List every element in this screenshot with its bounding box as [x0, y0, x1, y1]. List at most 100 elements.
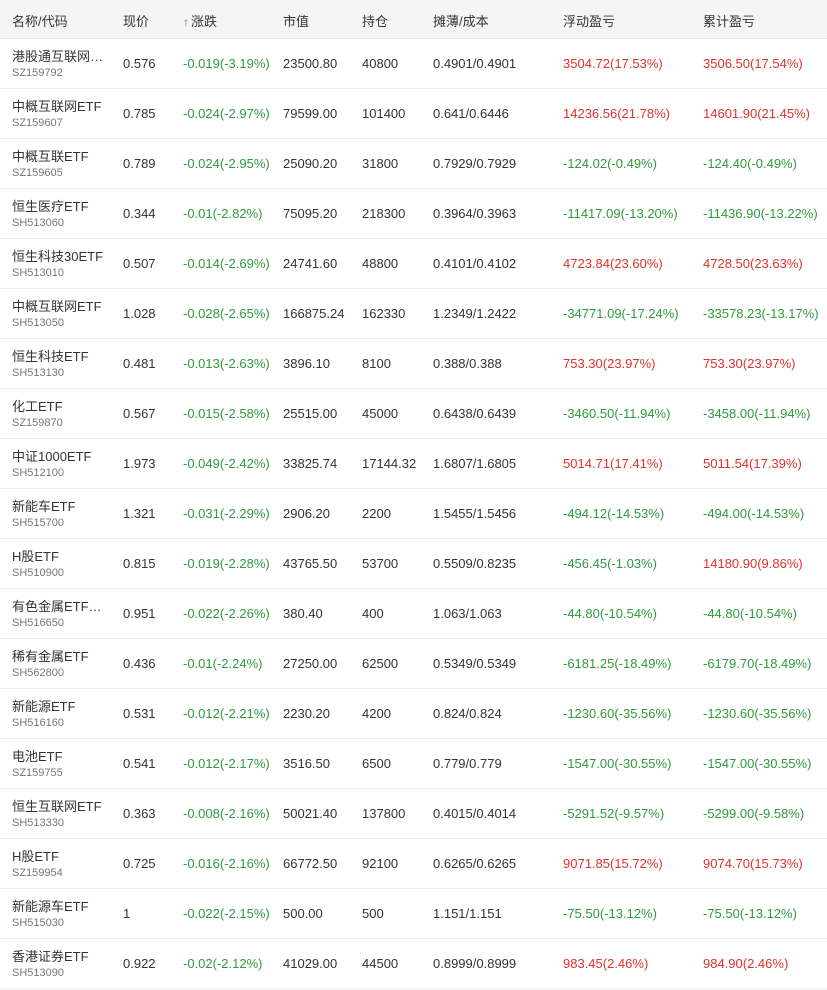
cost-cell: 0.388/0.388	[433, 356, 502, 371]
fund-name[interactable]: 新能源ETF	[12, 696, 108, 715]
table-row[interactable]: 中概互联网ETF SH513050 1.028 -0.028(-2.65%) 1…	[0, 289, 827, 339]
total-pl-cell: -6179.70(-18.49%)	[703, 656, 812, 671]
fund-name[interactable]: 香港证券ETF	[12, 946, 108, 965]
total-pl-cell: -11436.90(-13.22%)	[703, 206, 818, 221]
fund-name[interactable]: 电池ETF	[12, 746, 108, 765]
header-price[interactable]: 现价	[123, 11, 149, 30]
table-row[interactable]: 中概互联网ETF SZ159607 0.785 -0.024(-2.97%) 7…	[0, 89, 827, 139]
table-row[interactable]: 化工ETF SZ159870 0.567 -0.015(-2.58%) 2551…	[0, 389, 827, 439]
header-position[interactable]: 持仓	[362, 11, 388, 30]
fund-code: SZ159605	[12, 167, 63, 179]
change-cell: -0.022(-2.15%)	[183, 906, 270, 921]
total-pl-cell: -124.40(-0.49%)	[703, 156, 797, 171]
market-value-cell: 166875.24	[283, 306, 345, 321]
market-value-cell: 2906.20	[283, 506, 330, 521]
market-value-cell: 500.00	[283, 906, 323, 921]
table-row[interactable]: 中概互联ETF SZ159605 0.789 -0.024(-2.95%) 25…	[0, 139, 827, 189]
fund-name[interactable]: 恒生科技ETF	[12, 346, 108, 365]
table-row[interactable]: H股ETF SZ159954 0.725 -0.016(-2.16%) 6677…	[0, 839, 827, 889]
fund-name[interactable]: 有色金属ETF…	[12, 596, 108, 615]
fund-name[interactable]: 中概互联网ETF	[12, 96, 108, 115]
float-pl-cell: -5291.52(-9.57%)	[563, 806, 665, 821]
fund-name[interactable]: 恒生科技30ETF	[12, 246, 108, 265]
fund-code: SH515700	[12, 517, 64, 529]
change-cell: -0.019(-3.19%)	[183, 56, 270, 71]
fund-code: SH515030	[12, 917, 64, 929]
fund-code: SH513060	[12, 217, 64, 229]
table-row[interactable]: 新能源车ETF SH515030 1 -0.022(-2.15%) 500.00…	[0, 889, 827, 939]
fund-name[interactable]: H股ETF	[12, 546, 108, 565]
table-row[interactable]: 有色金属ETF… SH516650 0.951 -0.022(-2.26%) 3…	[0, 589, 827, 639]
header-float-pl[interactable]: 浮动盈亏	[563, 11, 615, 30]
fund-name[interactable]: 恒生互联网ETF	[12, 796, 108, 815]
table-row[interactable]: 电池ETF SZ159755 0.541 -0.012(-2.17%) 3516…	[0, 739, 827, 789]
position-cell: 62500	[362, 656, 399, 671]
float-pl-cell: 5014.71(17.41%)	[563, 456, 663, 471]
table-row[interactable]: 恒生科技ETF SH513130 0.481 -0.013(-2.63%) 38…	[0, 339, 827, 389]
cost-cell: 0.4015/0.4014	[433, 806, 517, 821]
position-cell: 137800	[362, 806, 406, 821]
position-cell: 17144.32	[362, 456, 417, 471]
cost-cell: 0.6438/0.6439	[433, 406, 517, 421]
position-cell: 40800	[362, 56, 399, 71]
fund-code: SZ159792	[12, 67, 63, 79]
table-row[interactable]: 中证1000ETF SH512100 1.973 -0.049(-2.42%) …	[0, 439, 827, 489]
header-name-code[interactable]: 名称/代码	[12, 11, 68, 30]
change-cell: -0.024(-2.95%)	[183, 156, 270, 171]
position-cell: 218300	[362, 206, 406, 221]
table-header: 名称/代码 现价 ↑ 涨跌 市值 持仓 摊薄/成本 浮动盈亏 累计盈亏	[0, 0, 827, 39]
header-market-value[interactable]: 市值	[283, 11, 309, 30]
fund-name[interactable]: 稀有金属ETF	[12, 646, 108, 665]
market-value-cell: 2230.20	[283, 706, 330, 721]
fund-name[interactable]: 化工ETF	[12, 396, 108, 415]
total-pl-cell: 14601.90(21.45%)	[703, 106, 810, 121]
market-value-cell: 3896.10	[283, 356, 330, 371]
float-pl-cell: -34771.09(-17.24%)	[563, 306, 679, 321]
price-cell: 0.344	[123, 206, 156, 221]
market-value-cell: 43765.50	[283, 556, 338, 571]
header-cost[interactable]: 摊薄/成本	[433, 11, 489, 30]
header-change[interactable]: ↑ 涨跌	[183, 11, 217, 30]
table-row[interactable]: 恒生医疗ETF SH513060 0.344 -0.01(-2.82%) 750…	[0, 189, 827, 239]
cost-cell: 1.151/1.151	[433, 906, 502, 921]
table-row[interactable]: 新能车ETF SH515700 1.321 -0.031(-2.29%) 290…	[0, 489, 827, 539]
table-row[interactable]: 香港证券ETF SH513090 0.922 -0.02(-2.12%) 410…	[0, 939, 827, 989]
market-value-cell: 33825.74	[283, 456, 338, 471]
fund-name[interactable]: 中概互联网ETF	[12, 296, 108, 315]
price-cell: 0.815	[123, 556, 156, 571]
fund-name[interactable]: 中概互联ETF	[12, 146, 108, 165]
position-cell: 101400	[362, 106, 406, 121]
price-cell: 0.363	[123, 806, 156, 821]
position-cell: 2200	[362, 506, 391, 521]
fund-name[interactable]: 中证1000ETF	[12, 446, 108, 465]
fund-name[interactable]: H股ETF	[12, 846, 108, 865]
table-row[interactable]: 新能源ETF SH516160 0.531 -0.012(-2.21%) 223…	[0, 689, 827, 739]
float-pl-cell: -456.45(-1.03%)	[563, 556, 657, 571]
float-pl-cell: -1547.00(-30.55%)	[563, 756, 672, 771]
fund-name[interactable]: 恒生医疗ETF	[12, 196, 108, 215]
market-value-cell: 50021.40	[283, 806, 338, 821]
table-row[interactable]: 港股通互联网… SZ159792 0.576 -0.019(-3.19%) 23…	[0, 39, 827, 89]
fund-name[interactable]: 新能车ETF	[12, 496, 108, 515]
table-row[interactable]: 稀有金属ETF SH562800 0.436 -0.01(-2.24%) 272…	[0, 639, 827, 689]
cost-cell: 1.6807/1.6805	[433, 456, 517, 471]
price-cell: 0.531	[123, 706, 156, 721]
fund-code: SZ159755	[12, 767, 63, 779]
price-cell: 0.576	[123, 56, 156, 71]
price-cell: 0.789	[123, 156, 156, 171]
fund-name[interactable]: 新能源车ETF	[12, 896, 108, 915]
table-row[interactable]: H股ETF SH510900 0.815 -0.019(-2.28%) 4376…	[0, 539, 827, 589]
price-cell: 0.725	[123, 856, 156, 871]
price-cell: 1.973	[123, 456, 156, 471]
float-pl-cell: -44.80(-10.54%)	[563, 606, 657, 621]
table-row[interactable]: 恒生互联网ETF SH513330 0.363 -0.008(-2.16%) 5…	[0, 789, 827, 839]
table-row[interactable]: 恒生科技30ETF SH513010 0.507 -0.014(-2.69%) …	[0, 239, 827, 289]
fund-name[interactable]: 港股通互联网…	[12, 46, 108, 65]
float-pl-cell: -6181.25(-18.49%)	[563, 656, 672, 671]
header-total-pl[interactable]: 累计盈亏	[703, 11, 755, 30]
market-value-cell: 27250.00	[283, 656, 338, 671]
total-pl-cell: -3458.00(-11.94%)	[703, 406, 811, 421]
position-cell: 53700	[362, 556, 399, 571]
price-cell: 0.951	[123, 606, 156, 621]
cost-cell: 0.4101/0.4102	[433, 256, 517, 271]
